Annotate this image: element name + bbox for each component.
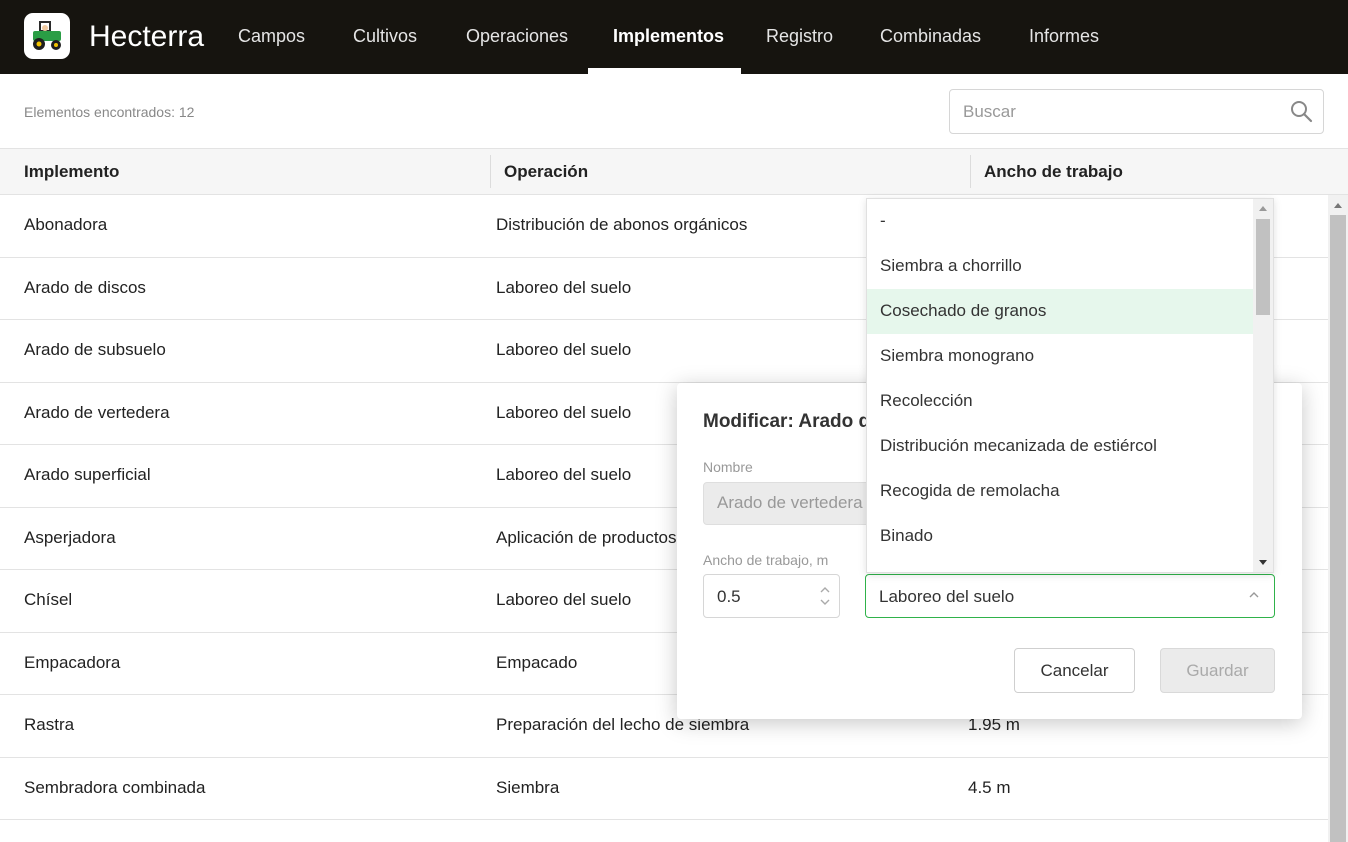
scroll-down-arrow[interactable] bbox=[1259, 560, 1267, 565]
column-header-ancho[interactable]: Ancho de trabajo bbox=[984, 162, 1123, 182]
nav-registro[interactable]: Registro bbox=[766, 24, 833, 48]
app-name: Hecterra bbox=[89, 20, 205, 53]
cell-operacion: Laboreo del suelo bbox=[496, 465, 632, 484]
operation-dropdown-list: - Siembra a chorrillo Cosechado de grano… bbox=[866, 198, 1274, 573]
top-navbar: Hecterra Campos Cultivos Operaciones Imp… bbox=[0, 0, 1348, 74]
column-divider bbox=[490, 155, 491, 188]
table-header: Implemento Operación Ancho de trabajo bbox=[0, 148, 1348, 195]
dialog-title: Modificar: Arado d bbox=[703, 411, 871, 432]
dropdown-option[interactable]: - bbox=[867, 199, 1254, 244]
name-field-label: Nombre bbox=[703, 459, 753, 475]
tractor-icon bbox=[33, 21, 61, 50]
dropdown-option[interactable]: Recolección bbox=[867, 379, 1254, 424]
nav-campos[interactable]: Campos bbox=[238, 24, 305, 48]
cell-operacion: Distribución de abonos orgánicos bbox=[496, 215, 748, 234]
cell-operacion: Aplicación de productos bbox=[496, 527, 677, 547]
nav-informes[interactable]: Informes bbox=[1029, 24, 1099, 48]
width-field[interactable]: 0.5 bbox=[703, 574, 840, 618]
active-tab-indicator bbox=[588, 68, 741, 74]
dropdown-option-highlighted[interactable]: Cosechado de granos bbox=[867, 289, 1254, 334]
width-value: 0.5 bbox=[717, 587, 741, 606]
dropdown-option[interactable]: Siembra monograno bbox=[867, 334, 1254, 379]
column-header-operacion[interactable]: Operación bbox=[504, 162, 588, 182]
cell-operacion: Laboreo del suelo bbox=[496, 590, 632, 609]
operation-select[interactable]: Laboreo del suelo bbox=[865, 574, 1275, 618]
scrollbar-thumb[interactable] bbox=[1330, 215, 1346, 842]
search-box[interactable] bbox=[949, 89, 1324, 134]
column-divider bbox=[970, 155, 971, 188]
cell-operacion: Laboreo del suelo bbox=[496, 277, 632, 297]
nav-combinadas[interactable]: Combinadas bbox=[880, 24, 981, 48]
cell-implemento: Arado superficial bbox=[24, 465, 151, 484]
cell-implemento: Arado de subsuelo bbox=[24, 340, 166, 359]
chevron-up-icon bbox=[1249, 592, 1259, 598]
name-field: Arado de vertedera bbox=[703, 482, 893, 525]
width-field-label: Ancho de trabajo, m bbox=[703, 552, 829, 568]
cell-operacion: Siembra bbox=[496, 777, 560, 797]
cell-operacion: Empacado bbox=[496, 652, 578, 672]
cell-operacion: Laboreo del suelo bbox=[496, 340, 632, 359]
cancel-button[interactable]: Cancelar bbox=[1014, 648, 1135, 693]
scrollbar-thumb[interactable] bbox=[1256, 219, 1270, 315]
stepper-icon[interactable] bbox=[819, 585, 831, 607]
cell-implemento: Arado de discos bbox=[24, 277, 146, 297]
cell-implemento: Rastra bbox=[24, 715, 75, 734]
cell-ancho: 4.5 m bbox=[968, 777, 1011, 797]
page-scrollbar[interactable] bbox=[1328, 195, 1348, 842]
operation-selected-value: Laboreo del suelo bbox=[879, 587, 1015, 606]
scroll-up-arrow[interactable] bbox=[1259, 206, 1267, 211]
save-button[interactable]: Guardar bbox=[1160, 648, 1275, 693]
nav-implementos[interactable]: Implementos bbox=[613, 24, 724, 48]
results-count: Elementos encontrados: 12 bbox=[24, 104, 195, 120]
dropdown-option[interactable]: Siembra a chorrillo bbox=[867, 244, 1254, 289]
column-header-implemento[interactable]: Implemento bbox=[24, 162, 119, 182]
cell-operacion: Laboreo del suelo bbox=[496, 402, 632, 422]
search-input[interactable] bbox=[963, 90, 1283, 133]
search-icon[interactable] bbox=[1289, 99, 1313, 123]
dropdown-option[interactable]: Distribución mecanizada de estiércol bbox=[867, 424, 1254, 469]
table-row[interactable]: Sembradora combinada Siembra 4.5 m bbox=[0, 758, 1328, 820]
scroll-up-arrow[interactable] bbox=[1334, 203, 1342, 208]
cell-implemento: Arado de vertedera bbox=[24, 402, 170, 422]
cell-implemento: Sembradora combinada bbox=[24, 777, 206, 797]
cell-implemento: Empacadora bbox=[24, 652, 121, 672]
dropdown-option[interactable]: Recogida de remolacha bbox=[867, 469, 1254, 514]
cell-implemento: Asperjadora bbox=[24, 527, 116, 547]
cell-implemento: Chísel bbox=[24, 590, 73, 609]
nav-operaciones[interactable]: Operaciones bbox=[466, 24, 568, 48]
dropdown-option[interactable]: Binado bbox=[867, 514, 1254, 559]
dropdown-scrollbar[interactable] bbox=[1253, 199, 1273, 572]
app-logo[interactable] bbox=[24, 13, 70, 59]
nav-cultivos[interactable]: Cultivos bbox=[353, 24, 417, 48]
cell-implemento: Abonadora bbox=[24, 215, 108, 234]
